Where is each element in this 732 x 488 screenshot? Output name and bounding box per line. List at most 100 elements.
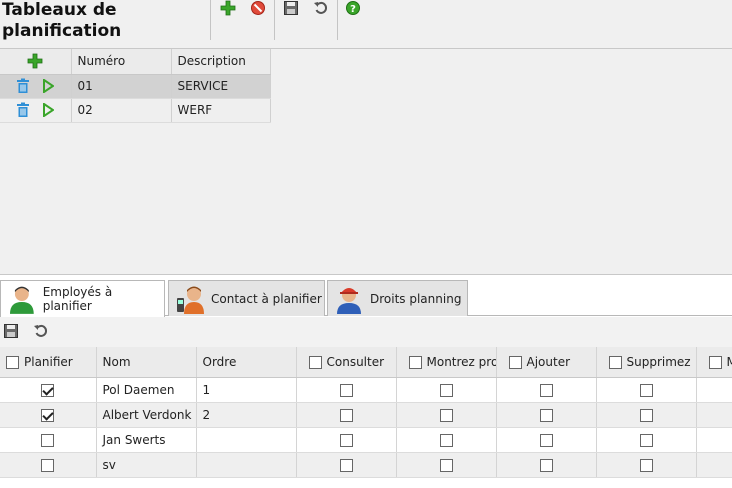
supprimez-checkbox[interactable]	[639, 408, 653, 422]
planning-tables-panel: Numéro Description 01 SERVICE 02 WERF	[0, 49, 732, 275]
help-icon[interactable]: ?	[345, 0, 361, 16]
consulter-checkbox[interactable]	[339, 433, 353, 447]
column-label: Ajouter	[526, 354, 571, 369]
employee-avatar-icon	[9, 286, 34, 314]
cell-ordre[interactable]: 1	[196, 377, 297, 403]
undo-icon[interactable]	[33, 323, 49, 339]
delete-icon[interactable]	[250, 0, 266, 16]
ajouter-checkbox[interactable]	[539, 383, 553, 397]
column-header-numero[interactable]: Numéro	[71, 49, 172, 75]
play-icon[interactable]	[42, 103, 54, 117]
table-row[interactable]: Pol Daemen 1	[0, 377, 732, 403]
cell-description: SERVICE	[171, 74, 271, 99]
cell-nom: Jan Swerts	[96, 427, 197, 453]
consulter-checkbox[interactable]	[339, 408, 353, 422]
planifier-checkbox[interactable]	[41, 433, 55, 447]
cell-consulter	[296, 452, 397, 478]
cell-supprimez	[596, 452, 697, 478]
cell-montrez-prop	[396, 377, 497, 403]
montrez-prop-checkbox[interactable]	[439, 458, 453, 472]
tab-employes[interactable]: Employés à planifier	[0, 280, 165, 317]
save-icon[interactable]	[283, 0, 299, 16]
cell-ajouter	[496, 452, 597, 478]
table-row[interactable]: Albert Verdonk 2	[0, 402, 732, 428]
add-icon[interactable]	[27, 53, 43, 69]
column-header-consulter[interactable]: Consulter	[296, 347, 397, 378]
ajouter-checkbox[interactable]	[539, 458, 553, 472]
toolbar-separator	[337, 0, 338, 40]
supprimez-checkbox[interactable]	[639, 458, 653, 472]
montrez-prop-checkbox[interactable]	[439, 433, 453, 447]
table-row[interactable]: sv	[0, 452, 732, 478]
toolbar-separator	[274, 0, 275, 40]
table-row[interactable]: 01 SERVICE	[0, 74, 271, 99]
employees-grid: Planifier Nom Ordre Consulter Montrez pr…	[0, 347, 732, 478]
header-checkbox[interactable]	[508, 355, 522, 369]
planifier-checkbox[interactable]	[41, 408, 55, 422]
montrez-prop-checkbox[interactable]	[439, 383, 453, 397]
cell-supprimez	[596, 402, 697, 428]
consulter-checkbox[interactable]	[339, 458, 353, 472]
tab-contact[interactable]: Contact à planifier	[168, 280, 325, 316]
cell-planifier	[0, 427, 97, 453]
column-header-montrez-prop[interactable]: Montrez prop	[396, 347, 497, 378]
tab-droits[interactable]: Droits planning	[327, 280, 468, 316]
cell-numero: 02	[71, 98, 172, 123]
cell-m	[696, 402, 732, 428]
montrez-prop-checkbox[interactable]	[439, 408, 453, 422]
toolbar-separator	[210, 0, 211, 40]
tab-label: Employés à planifier	[42, 285, 113, 313]
cell-ordre[interactable]	[196, 452, 297, 478]
table-row[interactable]: 02 WERF	[0, 98, 271, 123]
add-icon[interactable]	[220, 0, 236, 16]
column-header-supprimez[interactable]: Supprimez	[596, 347, 697, 378]
tab-bar: Employés à planifier Contact à planifier…	[0, 279, 732, 317]
column-header-planifier[interactable]: Planifier	[0, 347, 97, 378]
grid-header-row: Planifier Nom Ordre Consulter Montrez pr…	[0, 347, 732, 378]
rights-avatar-icon	[337, 287, 361, 314]
page-title: Tableaux de planification	[2, 0, 122, 41]
column-header-description[interactable]: Description	[171, 49, 271, 75]
cell-ordre[interactable]: 2	[196, 402, 297, 428]
column-label: Supprimez	[626, 354, 691, 369]
column-header-m[interactable]: M	[696, 347, 732, 378]
cell-consulter	[296, 427, 397, 453]
header-checkbox[interactable]	[308, 355, 322, 369]
add-row-header[interactable]	[0, 49, 72, 75]
cell-m	[696, 427, 732, 453]
header-checkbox[interactable]	[408, 355, 422, 369]
supprimez-checkbox[interactable]	[639, 433, 653, 447]
trash-icon[interactable]	[16, 78, 30, 94]
column-header-ajouter[interactable]: Ajouter	[496, 347, 597, 378]
play-icon[interactable]	[42, 79, 54, 93]
cell-planifier	[0, 402, 97, 428]
save-icon[interactable]	[3, 323, 19, 339]
consulter-checkbox[interactable]	[339, 383, 353, 397]
column-header-nom[interactable]: Nom	[96, 347, 197, 378]
trash-icon[interactable]	[16, 102, 30, 118]
row-actions	[0, 98, 72, 123]
select-all-checkbox[interactable]	[6, 355, 19, 369]
cell-ajouter	[496, 377, 597, 403]
ajouter-checkbox[interactable]	[539, 408, 553, 422]
cell-planifier	[0, 452, 97, 478]
cell-ordre[interactable]	[196, 427, 297, 453]
header-checkbox[interactable]	[608, 355, 622, 369]
ajouter-checkbox[interactable]	[539, 433, 553, 447]
cell-montrez-prop	[396, 452, 497, 478]
grid-header-row: Numéro Description	[0, 49, 271, 75]
supprimez-checkbox[interactable]	[639, 383, 653, 397]
planifier-checkbox[interactable]	[41, 383, 55, 397]
undo-icon[interactable]	[313, 0, 329, 16]
cell-ajouter	[496, 427, 597, 453]
column-label: Montrez prop	[426, 354, 496, 369]
tab-label: Droits planning	[370, 291, 462, 306]
header-checkbox[interactable]	[708, 355, 722, 369]
contact-avatar-icon	[177, 286, 204, 314]
cell-description: WERF	[171, 98, 271, 123]
cell-planifier	[0, 377, 97, 403]
planifier-checkbox[interactable]	[41, 458, 55, 472]
cell-consulter	[296, 402, 397, 428]
table-row[interactable]: Jan Swerts	[0, 427, 732, 453]
column-header-ordre[interactable]: Ordre	[196, 347, 297, 378]
